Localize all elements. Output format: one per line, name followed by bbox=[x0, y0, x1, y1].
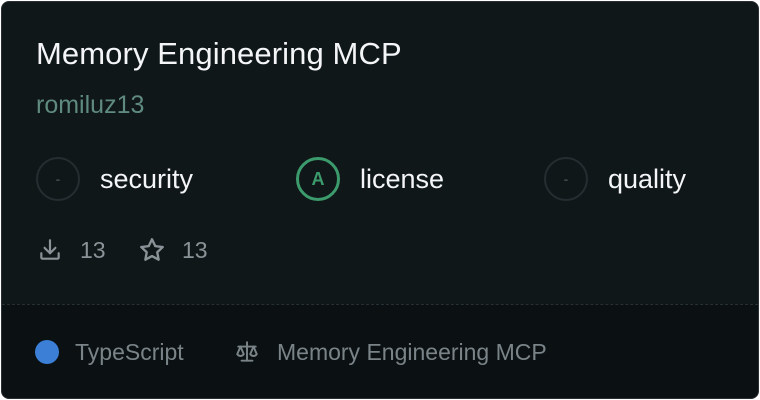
quality-grade: - bbox=[544, 157, 588, 201]
language-info: TypeScript bbox=[35, 336, 184, 368]
downloads-count: 13 bbox=[80, 236, 106, 263]
stars-count: 13 bbox=[182, 236, 208, 263]
quality-label: quality bbox=[608, 163, 687, 194]
license-info: Memory Engineering MCP bbox=[233, 336, 547, 368]
scale-icon bbox=[233, 338, 261, 366]
stars-stat: 13 bbox=[138, 234, 208, 266]
server-card[interactable]: Memory Engineering MCP romiluz13 - secur… bbox=[1, 1, 759, 399]
license-badge[interactable]: A license bbox=[296, 155, 444, 203]
license-grade: A bbox=[296, 157, 340, 201]
license-label: license bbox=[360, 163, 445, 194]
security-badge[interactable]: - security bbox=[36, 155, 193, 203]
star-icon bbox=[138, 236, 166, 264]
card-header-section: Memory Engineering MCP romiluz13 - secur… bbox=[2, 2, 758, 304]
license-name: Memory Engineering MCP bbox=[277, 338, 547, 365]
language-name: TypeScript bbox=[75, 338, 184, 365]
download-icon bbox=[36, 236, 64, 264]
server-title[interactable]: Memory Engineering MCP bbox=[36, 36, 402, 72]
quality-badge[interactable]: - quality bbox=[544, 155, 686, 203]
downloads-stat: 13 bbox=[36, 234, 106, 266]
security-label: security bbox=[100, 163, 194, 194]
server-author[interactable]: romiluz13 bbox=[36, 91, 144, 120]
language-color-dot bbox=[35, 340, 59, 364]
security-grade: - bbox=[36, 157, 80, 201]
